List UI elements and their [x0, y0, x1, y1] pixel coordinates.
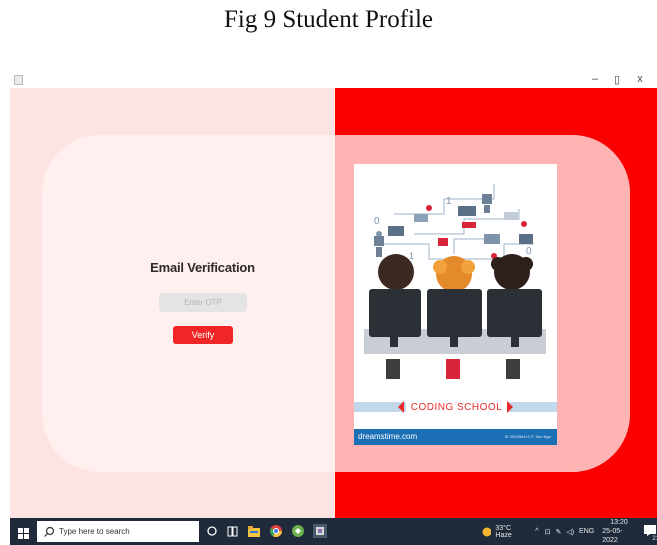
language-indicator[interactable]: ENG [579, 528, 594, 535]
volume-icon[interactable]: ◁) [566, 528, 574, 536]
network-icon[interactable]: ⊡ [545, 528, 551, 536]
otp-input[interactable] [159, 293, 247, 312]
svg-text:0: 0 [526, 246, 532, 257]
show-hidden-icons-icon[interactable]: ^ [535, 528, 538, 535]
svg-text:1: 1 [446, 196, 452, 207]
chrome-icon[interactable] [269, 524, 283, 538]
clock-time: 13:20 [610, 519, 628, 526]
active-app-icon[interactable] [313, 524, 327, 538]
watermark-id: ID 200496413 © Tam Ngo [504, 434, 551, 439]
figure-caption: Fig 9 Student Profile [223, 6, 434, 33]
notification-center-icon[interactable]: 21 [643, 524, 657, 542]
verify-button[interactable]: Verify [173, 326, 233, 344]
close-button[interactable]: x [630, 70, 650, 88]
pen-icon[interactable]: ✎ [555, 528, 561, 536]
restore-button[interactable]: ▯ [607, 70, 627, 88]
watermark-site: dreamstime.com [358, 432, 418, 441]
coding-school-banner: CODING SCHOOL [406, 400, 507, 414]
taskbar-search-box[interactable]: Type here to search [37, 521, 199, 542]
cortana-icon[interactable] [205, 524, 219, 538]
search-placeholder: Type here to search [59, 527, 130, 536]
taskbar: Type here to search 33°C Haze ^ ⊡ ✎ ◁) E… [10, 518, 657, 545]
weather-icon [482, 527, 492, 536]
search-icon [44, 526, 55, 537]
file-explorer-icon[interactable] [247, 524, 261, 538]
watermark-bar: dreamstime.com ID 200496413 © Tam Ngo [354, 429, 557, 445]
clock-date: 25-05-2022 [602, 528, 623, 544]
coding-school-illustration: 0 0 1 1 CODING SCHOOL dreamstime.com ID … [354, 164, 557, 445]
app-green-icon[interactable] [291, 524, 305, 538]
windows-start-icon[interactable] [18, 526, 29, 539]
notification-count: 21 [652, 535, 657, 542]
svg-text:0: 0 [374, 216, 380, 227]
verification-title: Email Verification [150, 260, 255, 275]
app-icon [14, 75, 23, 85]
task-view-icon[interactable] [225, 524, 239, 538]
clock[interactable]: 13:20 25-05-2022 [602, 518, 636, 545]
minimize-button[interactable]: – [585, 70, 605, 88]
window-titlebar: – ▯ x [10, 70, 657, 88]
system-tray: 33°C Haze ^ ⊡ ✎ ◁) ENG 13:20 25-05-2022 … [482, 518, 657, 545]
weather-text[interactable]: 33°C Haze [495, 525, 527, 539]
svg-text:1: 1 [409, 251, 414, 261]
